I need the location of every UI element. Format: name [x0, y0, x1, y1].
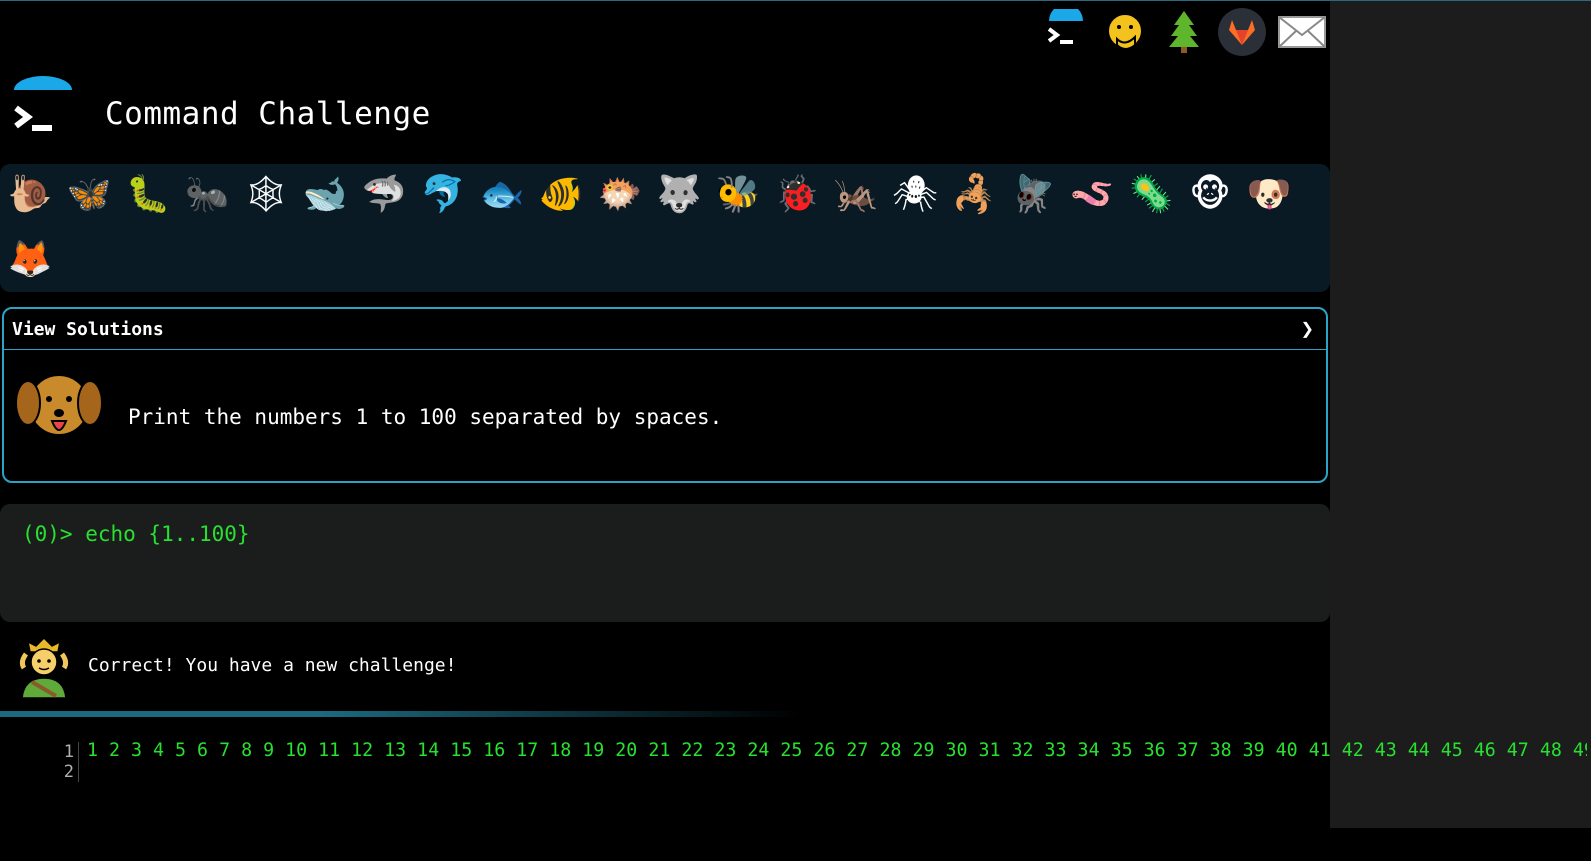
bee-icon[interactable]: 🐝 — [713, 169, 763, 219]
line-number: 2 — [63, 762, 74, 782]
wolf-icon[interactable]: 🐺 — [654, 169, 704, 219]
microbe-icon[interactable]: 🦠 — [1126, 169, 1176, 219]
shark-icon[interactable]: 🦈 — [359, 169, 409, 219]
ant-icon[interactable]: 🐜 — [182, 169, 232, 219]
pufferfish-icon[interactable]: 🐡 — [595, 169, 645, 219]
chevron-right-icon[interactable]: ❯ — [1301, 317, 1314, 342]
dog-icon[interactable]: 🐶 — [1244, 169, 1294, 219]
result-message: Correct! You have a new challenge! — [88, 655, 457, 676]
challenge-card: View Solutions ❯ Print the numbers 1 to … — [2, 307, 1328, 483]
tropical-fish-icon[interactable]: 🐠 — [536, 169, 586, 219]
view-solutions-toggle[interactable]: View Solutions ❯ — [4, 309, 1326, 350]
top-icon-bar — [1040, 6, 1330, 58]
gitlab-badge — [1218, 8, 1266, 56]
tree-icon[interactable] — [1158, 6, 1210, 58]
worm-icon[interactable]: 🪱 — [1067, 169, 1117, 219]
fox-icon[interactable]: 🦊 — [5, 234, 55, 284]
snail-icon[interactable]: 🐌 — [5, 169, 55, 219]
command-output: 1 2 3 4 5 6 7 8 9 10 11 12 13 14 15 16 1… — [87, 740, 1587, 761]
command-terminal[interactable]: (0)> echo {1..100} — [0, 504, 1330, 622]
spider-web-icon[interactable]: 🕸 — [241, 169, 291, 219]
right-panel — [1330, 1, 1591, 828]
divider — [0, 711, 800, 717]
elf-avatar-icon — [18, 636, 70, 699]
dolphin-icon[interactable]: 🐬 — [418, 169, 468, 219]
butterfly-icon[interactable]: 🦋 — [64, 169, 114, 219]
fly-icon[interactable]: 🪰 — [1008, 169, 1058, 219]
terminal-icon[interactable] — [1040, 6, 1092, 58]
logo-icon[interactable] — [10, 72, 76, 138]
challenge-question: Print the numbers 1 to 100 separated by … — [128, 405, 723, 429]
output-gutter — [78, 742, 79, 782]
line-number: 1 — [63, 742, 74, 762]
challenge-animal-strip: 🐌 🦋 🐛 🐜 🕸 🐋 🦈 🐬 🐟 🐠 🐡 🐺 🐝 🐞 🦗 🕷 🦂 🪰 🪱 🦠 🐵 🐶 🦊 — [0, 164, 1330, 292]
gitlab-icon[interactable] — [1216, 6, 1268, 58]
header: Command Challenge — [0, 70, 1330, 160]
shush-emoji-icon[interactable] — [1100, 6, 1152, 58]
cricket-icon[interactable]: 🦗 — [831, 169, 881, 219]
caterpillar-icon[interactable]: 🐛 — [123, 169, 173, 219]
monkey-icon[interactable]: 🐵 — [1185, 169, 1235, 219]
ladybug-icon[interactable]: 🐞 — [772, 169, 822, 219]
command-line[interactable]: (0)> echo {1..100} — [22, 522, 250, 546]
output-line-numbers: 1 2 — [40, 742, 74, 782]
dog-icon — [14, 365, 104, 445]
view-solutions-label: View Solutions — [12, 319, 164, 340]
fish-icon[interactable]: 🐟 — [477, 169, 527, 219]
whale-icon[interactable]: 🐋 — [300, 169, 350, 219]
mail-icon[interactable] — [1276, 6, 1328, 58]
spider-icon[interactable]: 🕷 — [890, 169, 940, 219]
scorpion-icon[interactable]: 🦂 — [949, 169, 999, 219]
page-title: Command Challenge — [105, 96, 431, 132]
